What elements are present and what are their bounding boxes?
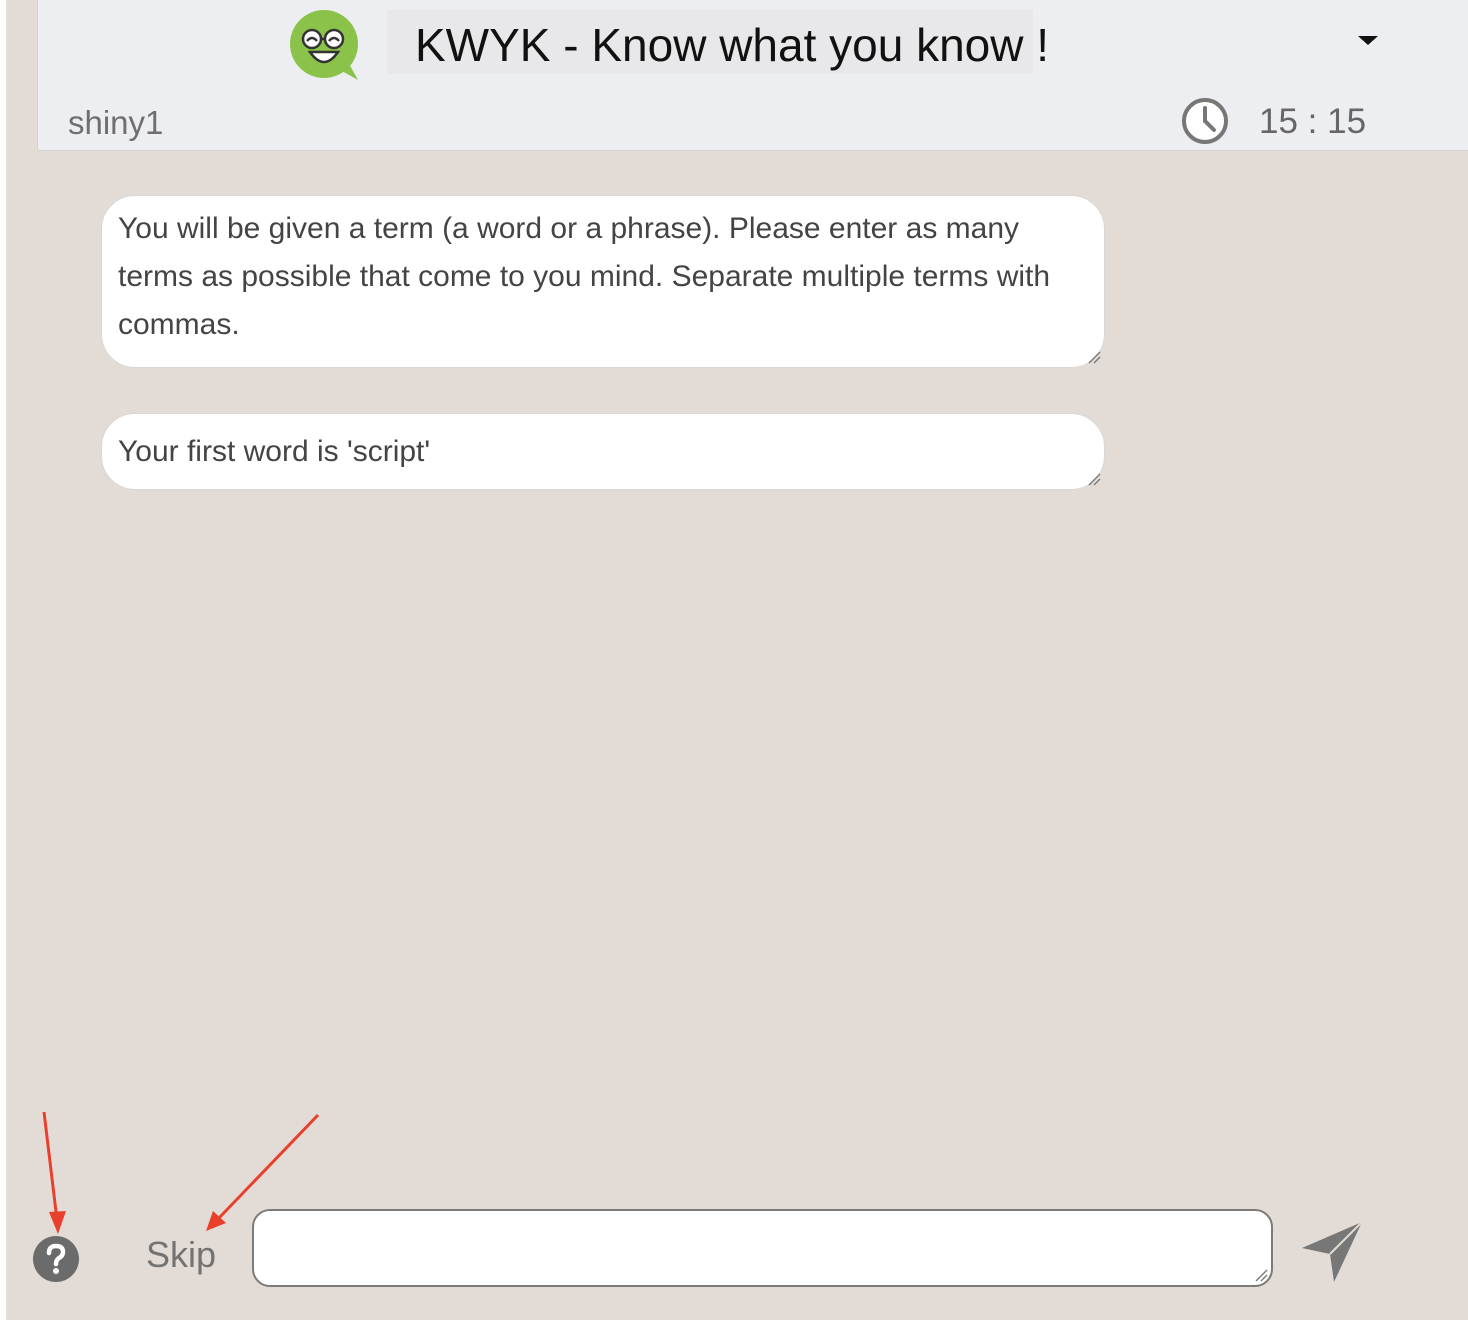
- app-title-dropdown[interactable]: KWYK - Know what you know !: [387, 10, 1049, 74]
- annotation-arrowhead-help: [49, 1211, 66, 1234]
- resize-grip-icon: [1088, 473, 1101, 486]
- annotation-arrow-skip: [216, 1113, 320, 1221]
- send-icon[interactable]: [1300, 1220, 1362, 1282]
- resize-grip-icon: [1088, 351, 1101, 364]
- countdown-timer: 15 : 15: [1259, 102, 1367, 141]
- prompt-text: Your first word is 'script': [118, 435, 431, 468]
- left-edge: [0, 0, 6, 1320]
- instruction-text: You will be given a term (a word or a ph…: [118, 212, 1051, 341]
- answer-input[interactable]: [254, 1211, 1271, 1285]
- skip-button[interactable]: Skip: [146, 1234, 216, 1276]
- answer-input-box[interactable]: [252, 1209, 1273, 1287]
- instruction-message: You will be given a term (a word or a ph…: [101, 195, 1105, 368]
- app-title: KWYK - Know what you know !: [415, 19, 1050, 71]
- help-icon[interactable]: [33, 1236, 79, 1282]
- app-header: KWYK - Know what you know ! shiny1 15 : …: [37, 0, 1468, 151]
- logo-icon: [290, 10, 358, 80]
- status-area: [1038, 97, 1468, 149]
- username: shiny1: [68, 104, 164, 141]
- annotation-arrow-help: [42, 1111, 59, 1221]
- dropdown-caret-icon[interactable]: [1358, 36, 1378, 45]
- prompt-message: Your first word is 'script': [101, 413, 1105, 490]
- annotation-arrowhead-skip: [206, 1211, 226, 1231]
- clock-icon: [1182, 98, 1228, 144]
- resize-grip-icon[interactable]: [1254, 1268, 1268, 1282]
